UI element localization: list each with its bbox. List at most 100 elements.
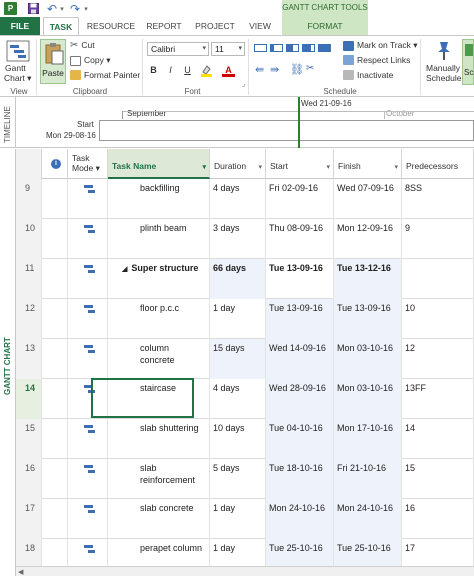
italic-button[interactable]: I <box>164 64 177 77</box>
tab-view[interactable]: VIEW <box>242 17 278 36</box>
start-cell[interactable]: Tue 18-10-16 <box>266 459 334 499</box>
column-header-predecessors[interactable]: Predecessors <box>402 149 474 179</box>
duration-cell[interactable]: 15 days <box>210 339 266 379</box>
finish-cell[interactable]: Mon 03-10-16 <box>334 339 402 379</box>
row-id[interactable]: 9 <box>16 179 42 219</box>
row-id[interactable]: 12 <box>16 299 42 339</box>
redo-icon[interactable]: ↷ <box>69 2 81 16</box>
undo-icon[interactable]: ↶ <box>46 2 58 16</box>
percent-75-icon[interactable] <box>302 44 315 52</box>
finish-cell[interactable]: Wed 07-09-16 <box>334 179 402 219</box>
table-row[interactable]: 10 plinth beam 3 days Thu 08-09-16 Mon 1… <box>16 219 474 259</box>
task-mode-cell[interactable] <box>68 179 108 219</box>
table-row-summary[interactable]: 11 ◢ Super structure 66 days Tue 13-09-16… <box>16 259 474 299</box>
duration-cell[interactable]: 4 days <box>210 179 266 219</box>
tab-project[interactable]: PROJECT <box>190 17 240 36</box>
gantt-chart-button-line1[interactable]: Gantt <box>5 63 26 73</box>
tab-task[interactable]: TASK <box>43 17 79 36</box>
start-cell[interactable]: Tue 04-10-16 <box>266 419 334 459</box>
row-id[interactable]: 15 <box>16 419 42 459</box>
finish-cell[interactable]: Tue 13-09-16 <box>334 299 402 339</box>
table-row[interactable]: 17 slab concrete 1 day Mon 24-10-16 Mon … <box>16 499 474 539</box>
task-name-cell[interactable]: slab reinforcement <box>108 459 210 499</box>
finish-cell[interactable]: Mon 24-10-16 <box>334 499 402 539</box>
predecessors-cell[interactable]: 15 <box>402 459 474 499</box>
start-cell[interactable]: Mon 24-10-16 <box>266 499 334 539</box>
percent-50-icon[interactable] <box>286 44 299 52</box>
task-mode-cell[interactable] <box>68 339 108 379</box>
save-icon[interactable] <box>27 2 39 15</box>
task-name-cell[interactable]: column concrete <box>108 339 210 379</box>
start-cell[interactable]: Thu 08-09-16 <box>266 219 334 259</box>
tab-resource[interactable]: RESOURCE <box>83 17 139 36</box>
task-mode-cell[interactable] <box>68 499 108 539</box>
task-name-cell[interactable]: ◢ Super structure <box>108 259 210 299</box>
predecessors-cell[interactable]: 8SS <box>402 179 474 219</box>
task-mode-cell[interactable] <box>68 299 108 339</box>
cut-button[interactable]: ✂ Cut <box>70 40 95 51</box>
start-cell[interactable]: Fri 02-09-16 <box>266 179 334 219</box>
finish-cell[interactable]: Mon 03-10-16 <box>334 379 402 419</box>
inactivate-button[interactable]: Inactivate <box>343 70 393 80</box>
gantt-chart-icon[interactable] <box>6 40 30 62</box>
row-id[interactable]: 10 <box>16 219 42 259</box>
predecessors-cell[interactable] <box>402 259 474 299</box>
link-tasks-icon[interactable]: ⛓ <box>290 63 304 76</box>
column-header-info[interactable]: i <box>42 149 68 179</box>
task-name-cell[interactable]: slab concrete <box>108 499 210 539</box>
unlink-tasks-icon[interactable]: ✂ <box>306 63 314 74</box>
finish-cell[interactable]: Mon 17-10-16 <box>334 419 402 459</box>
row-id[interactable]: 14 <box>16 379 42 419</box>
outdent-icon[interactable]: ⇚ <box>255 63 264 76</box>
start-cell[interactable]: Tue 13-09-16 <box>266 299 334 339</box>
task-mode-cell[interactable] <box>68 259 108 299</box>
font-family-select[interactable]: Calibri ▾ <box>147 42 209 56</box>
column-header-task-mode[interactable]: Task Mode ▾ <box>68 149 108 179</box>
predecessors-cell[interactable]: 16 <box>402 499 474 539</box>
finish-cell[interactable]: Fri 21-10-16 <box>334 459 402 499</box>
finish-cell[interactable]: Tue 13-12-16 <box>334 259 402 299</box>
column-header-duration[interactable]: Duration ▾ <box>210 149 266 179</box>
task-mode-cell[interactable] <box>68 219 108 259</box>
predecessors-cell[interactable]: 14 <box>402 419 474 459</box>
table-row[interactable]: 12 floor p.c.c 1 day Tue 13-09-16 Tue 13… <box>16 299 474 339</box>
finish-cell[interactable]: Mon 12-09-16 <box>334 219 402 259</box>
row-id[interactable]: 17 <box>16 499 42 539</box>
task-name-cell[interactable]: backfilling <box>108 179 210 219</box>
tab-file[interactable]: FILE <box>0 17 40 36</box>
predecessors-cell[interactable]: 9 <box>402 219 474 259</box>
indent-icon[interactable]: ⇛ <box>270 63 279 76</box>
highlight-color-icon[interactable] <box>200 64 213 77</box>
manually-schedule-line2[interactable]: Schedule <box>426 73 461 83</box>
respect-links-button[interactable]: Respect Links <box>343 55 410 65</box>
row-id[interactable]: 13 <box>16 339 42 379</box>
manually-schedule-line1[interactable]: Manually <box>426 63 460 73</box>
percent-25-icon[interactable] <box>270 44 283 52</box>
duration-cell[interactable]: 1 day <box>210 299 266 339</box>
pin-icon[interactable] <box>432 40 456 62</box>
select-all-corner[interactable] <box>16 149 42 179</box>
duration-cell[interactable]: 4 days <box>210 379 266 419</box>
underline-button[interactable]: U <box>181 64 194 77</box>
start-cell[interactable]: Wed 28-09-16 <box>266 379 334 419</box>
font-size-select[interactable]: 11 ▾ <box>211 42 245 56</box>
table-row[interactable]: 16 slab reinforcement 5 days Tue 18-10-1… <box>16 459 474 499</box>
table-row-selected[interactable]: 14 staircase 4 days Wed 28-09-16 Mon 03-… <box>16 379 474 419</box>
gantt-chart-button-line2[interactable]: Chart ▾ <box>4 73 31 84</box>
duration-cell[interactable]: 5 days <box>210 459 266 499</box>
column-header-finish[interactable]: Finish ▾ <box>334 149 402 179</box>
duration-cell[interactable]: 3 days <box>210 219 266 259</box>
task-mode-cell[interactable] <box>68 459 108 499</box>
task-name-cell[interactable]: plinth beam <box>108 219 210 259</box>
task-mode-cell[interactable] <box>68 419 108 459</box>
column-header-start[interactable]: Start ▾ <box>266 149 334 179</box>
timeline-bar-area[interactable] <box>99 120 474 141</box>
bold-button[interactable]: B <box>147 64 160 77</box>
row-id[interactable]: 16 <box>16 459 42 499</box>
paste-button[interactable]: Paste <box>40 39 66 84</box>
predecessors-cell[interactable]: 12 <box>402 339 474 379</box>
start-cell[interactable]: Wed 14-09-16 <box>266 339 334 379</box>
mark-on-track-button[interactable]: Mark on Track ▾ <box>343 40 417 51</box>
predecessors-cell[interactable]: 10 <box>402 299 474 339</box>
format-painter-button[interactable]: Format Painter <box>70 70 140 80</box>
